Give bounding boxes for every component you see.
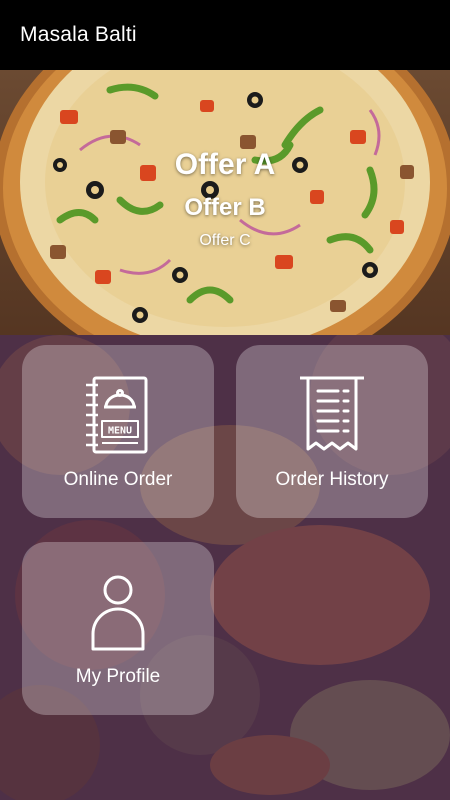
receipt-icon — [300, 376, 364, 451]
offer-b-text: Offer B — [184, 194, 266, 221]
order-history-label: Order History — [275, 469, 389, 490]
app-bar: Masala Balti — [0, 0, 450, 70]
menu-area: MENU Online Order Order History My Profi… — [0, 335, 450, 800]
online-order-label: Online Order — [63, 469, 173, 490]
user-profile-icon — [91, 575, 145, 651]
menu-icon-text: MENU — [108, 426, 132, 437]
offer-a-text: Offer A — [174, 148, 276, 181]
my-profile-button[interactable]: My Profile — [22, 542, 214, 715]
offer-c-text: Offer C — [199, 232, 251, 249]
my-profile-label: My Profile — [75, 666, 161, 687]
online-order-button[interactable]: MENU Online Order — [22, 345, 214, 518]
order-history-button[interactable]: Order History — [236, 345, 428, 518]
offer-banner[interactable]: Offer A Offer B Offer C — [0, 70, 450, 335]
menu-book-icon: MENU — [86, 376, 148, 454]
app-title: Masala Balti — [20, 23, 137, 46]
